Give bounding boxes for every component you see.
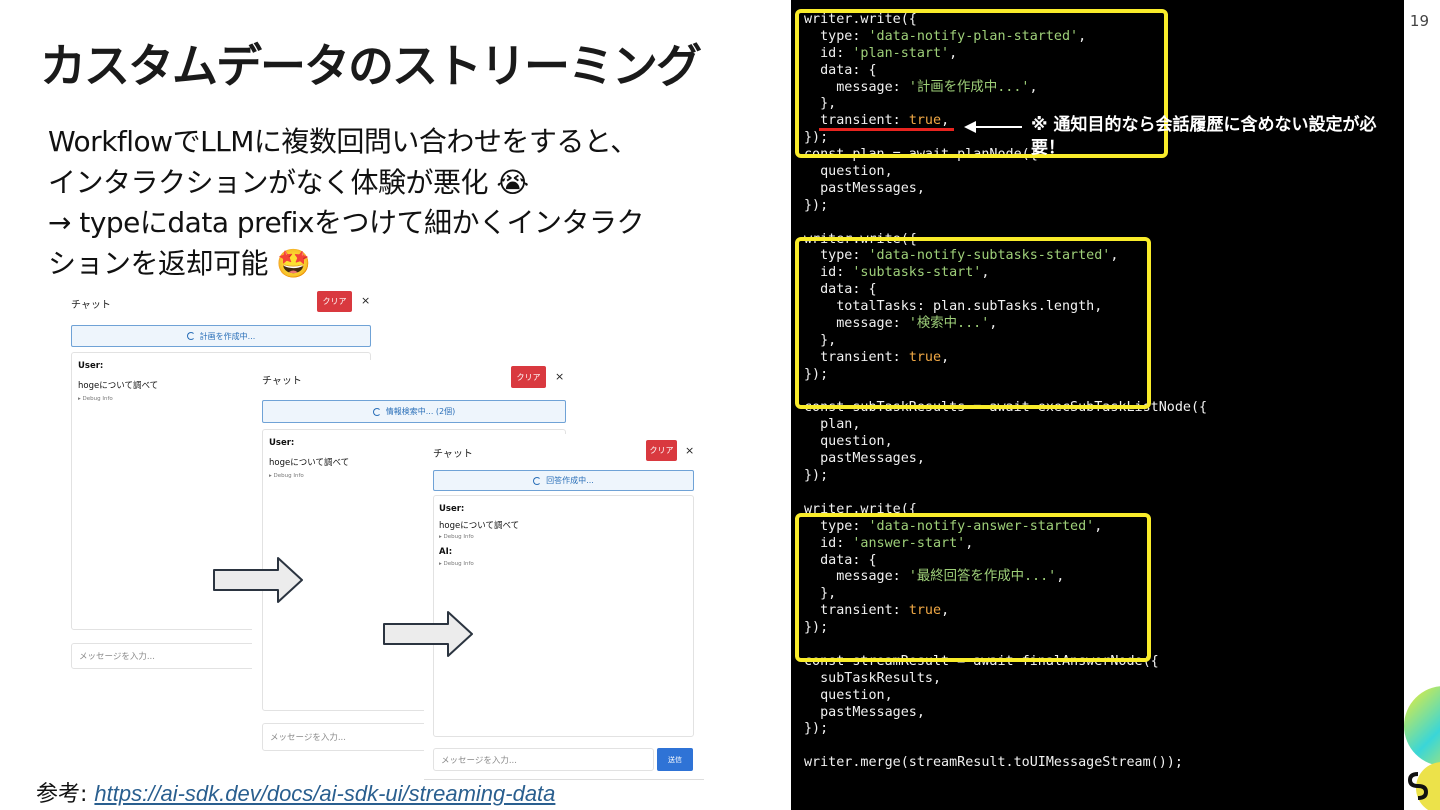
code-line: pastMessages, — [804, 451, 925, 467]
code-line: writer.merge(streamResult.toUIMessageStr… — [804, 755, 1183, 771]
close-icon[interactable]: × — [361, 294, 370, 307]
reference-link[interactable]: https://ai-sdk.dev/docs/ai-sdk-ui/stream… — [94, 781, 555, 806]
user-label: User: — [439, 504, 465, 514]
status-text: 回答作成中... — [546, 476, 594, 485]
ai-debug-info-toggle[interactable]: ▸ Debug Info — [439, 561, 474, 567]
code-line: }); — [804, 721, 829, 737]
loading-spinner-icon — [372, 407, 381, 416]
reference-label: 参考 — [36, 782, 81, 807]
close-icon[interactable]: × — [685, 444, 694, 457]
status-bar: 計画を作成中... — [71, 325, 371, 347]
code-line: question, — [804, 164, 893, 180]
chat-title: チャット — [71, 300, 111, 311]
user-label: User: — [78, 361, 104, 371]
body-line-2: インタラクションがなく体験が悪化 😭 — [48, 165, 529, 199]
right-arrow-icon — [213, 557, 303, 603]
chat-screenshot-3: チャット クリア × 回答作成中... User: hogeについて調べて ▸ … — [424, 434, 704, 780]
highlight-box-answer — [795, 513, 1151, 662]
clear-button[interactable]: クリア — [646, 440, 677, 461]
status-bar: 回答作成中... — [433, 470, 694, 491]
loading-spinner-icon — [533, 476, 542, 485]
clear-button[interactable]: クリア — [511, 366, 546, 388]
clear-button[interactable]: クリア — [317, 291, 352, 312]
loading-spinner-icon — [186, 332, 195, 340]
code-line: pastMessages, — [804, 180, 925, 196]
message-input[interactable]: メッセージを入力... — [433, 748, 654, 771]
left-arrow-icon — [964, 121, 1022, 133]
chat-title: チャット — [262, 376, 302, 387]
status-text: 情報検索中... (2個) — [385, 407, 456, 416]
reference-separator: : — [80, 782, 95, 807]
ai-label: AI: — [439, 547, 453, 557]
brand-logo-icon — [1404, 686, 1440, 810]
transient-underline — [819, 128, 954, 131]
code-line: }); — [804, 197, 829, 213]
debug-info-toggle[interactable]: ▸ Debug Info — [439, 534, 474, 540]
user-message: hogeについて調べて — [78, 381, 159, 391]
user-label: User: — [269, 438, 295, 448]
code-line: plan, — [804, 417, 861, 433]
send-button[interactable]: 送信 — [657, 748, 693, 771]
code-line: pastMessages, — [804, 704, 925, 720]
status-bar: 情報検索中... (2個) — [262, 400, 566, 423]
user-message: hogeについて調べて — [269, 458, 350, 468]
annotation-note: ※ 通知目的なら会話履歴に含めない設定が必要！ — [1031, 115, 1377, 158]
code-line: question, — [804, 434, 893, 450]
slide-title: カスタムデータのストリーミング — [40, 39, 702, 93]
page-number: 19 — [1409, 12, 1429, 30]
body-line-4: ションを返却可能 🤩 — [48, 246, 311, 280]
debug-info-toggle[interactable]: ▸ Debug Info — [269, 473, 304, 479]
debug-info-toggle[interactable]: ▸ Debug Info — [78, 396, 113, 402]
code-line: }); — [804, 468, 829, 484]
status-text: 計画を作成中... — [199, 331, 256, 341]
code-line: question, — [804, 687, 893, 703]
chat-title: チャット — [433, 449, 473, 460]
user-message: hogeについて調べて — [439, 521, 520, 531]
close-icon[interactable]: × — [555, 370, 564, 383]
highlight-box-subtasks — [795, 237, 1151, 409]
right-arrow-icon — [383, 611, 473, 657]
code-line: subTaskResults, — [804, 670, 942, 686]
body-line-1: WorkflowでLLMに複数回問い合わせをすると、 — [48, 125, 638, 158]
body-line-3: → typeにdata prefixをつけて細かくインタラク — [48, 206, 644, 239]
reference: 参考: https://ai-sdk.dev/docs/ai-sdk-ui/st… — [36, 776, 555, 808]
slide-body: WorkflowでLLMに複数回問い合わせをすると、 インタラクションがなく体験… — [48, 122, 748, 284]
